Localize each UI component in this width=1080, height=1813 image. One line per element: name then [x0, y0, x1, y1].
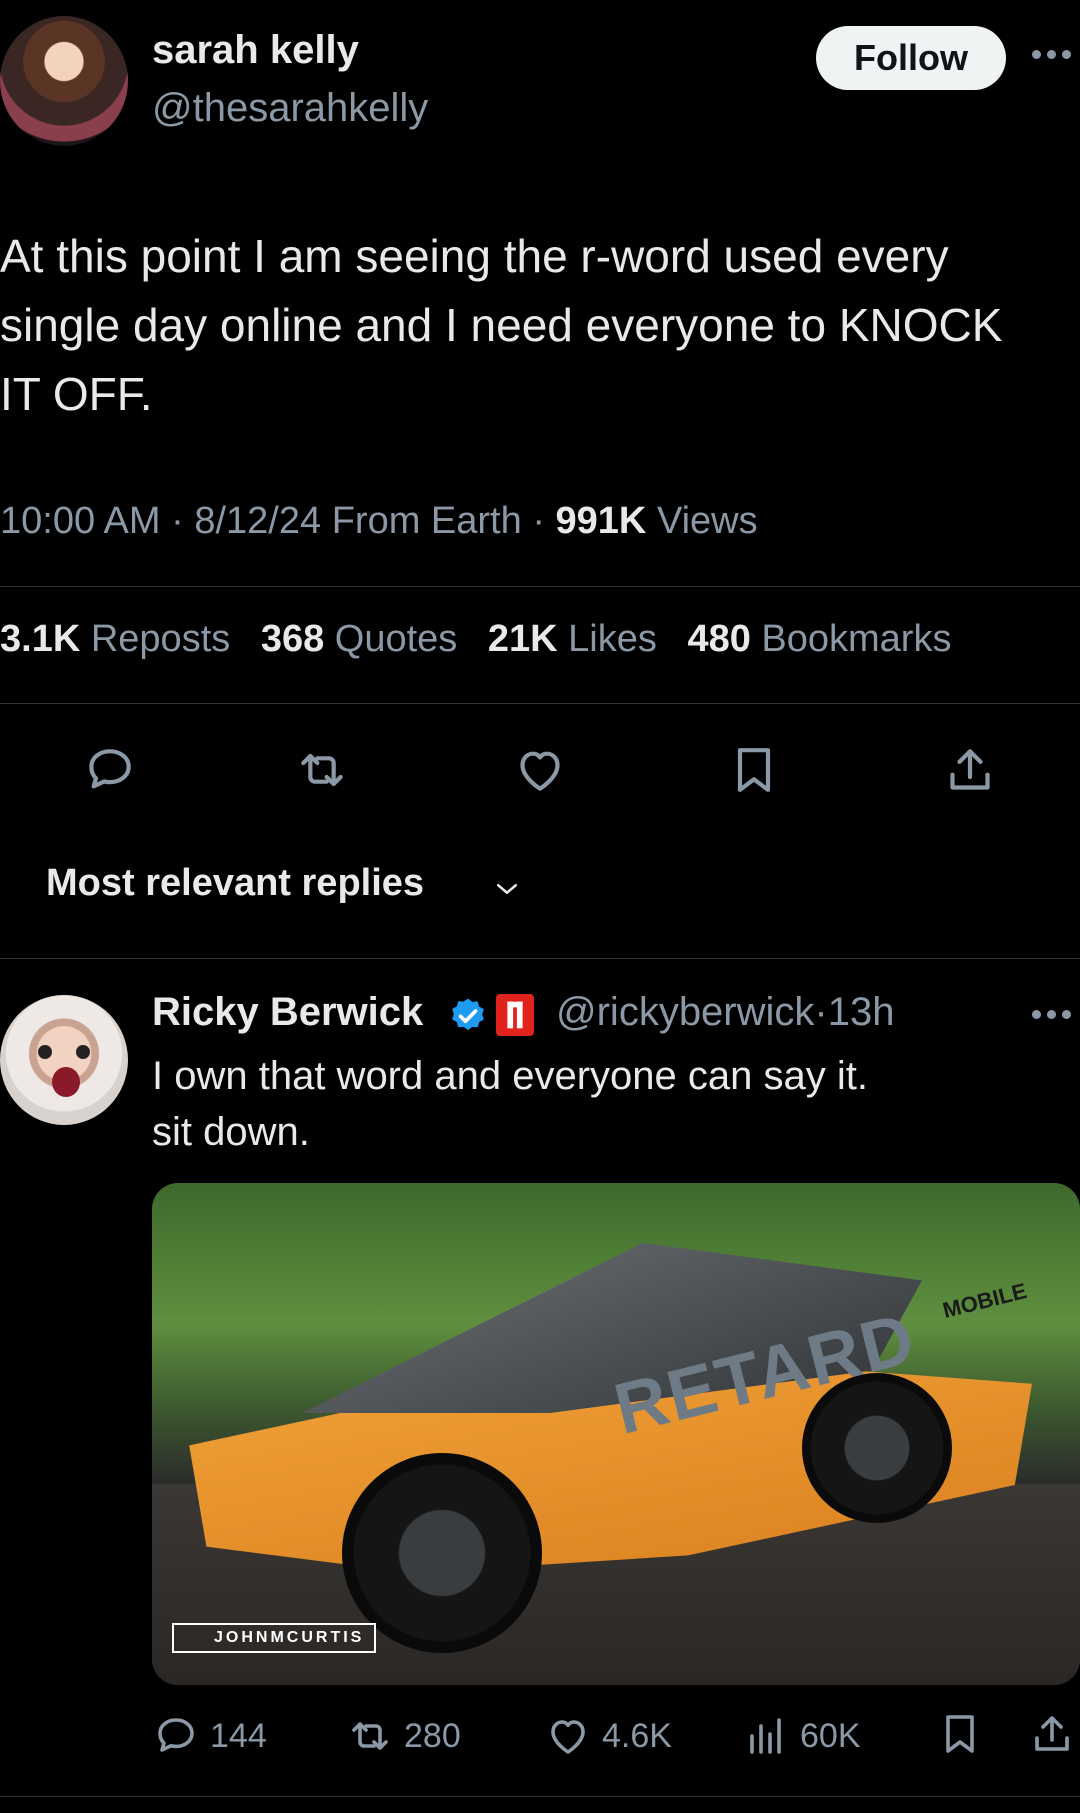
reply-handle-text: @rickyberwick	[556, 990, 815, 1034]
verified-icon	[452, 998, 484, 1031]
affiliate-badge-icon[interactable]	[496, 994, 534, 1036]
more-options-icon[interactable]	[1032, 44, 1080, 64]
stat-count: 368	[260, 618, 325, 660]
divider	[0, 1796, 1080, 1797]
meta-separator: ·	[532, 500, 545, 542]
views-icon	[750, 1718, 781, 1754]
reply-media-image[interactable]: RETARD MOBILE JOHNMCURTIS	[152, 1183, 1080, 1685]
stat-quotes[interactable]: 368 Quotes	[261, 618, 458, 660]
reply-more-options-icon[interactable]	[1032, 1004, 1080, 1024]
like-icon	[551, 1720, 585, 1754]
stat-label: Quotes	[334, 618, 458, 660]
tweet-stats: 3.1K Reposts 368 Quotes 21K Likes 480 Bo…	[0, 618, 951, 661]
author-name[interactable]: sarah kelly	[152, 28, 359, 73]
reply-author-handle[interactable]: @rickyberwick·13h	[556, 990, 894, 1035]
stat-label: Bookmarks	[761, 618, 952, 660]
repost-icon	[352, 1722, 388, 1750]
author-avatar[interactable]	[0, 16, 128, 146]
reply-icon	[158, 1718, 194, 1752]
stat-likes[interactable]: 21K Likes	[488, 618, 657, 660]
tweet-text: At this point I am seeing the r-word use…	[0, 230, 1003, 420]
share-icon[interactable]	[942, 742, 998, 798]
stat-reposts[interactable]: 3.1K Reposts	[0, 618, 230, 660]
reply-reposts-count: 280	[404, 1716, 461, 1755]
reply-likes-action[interactable]: 4.6K	[544, 1706, 672, 1766]
replies-sort-label[interactable]: Most relevant replies	[46, 862, 424, 905]
like-icon[interactable]	[512, 742, 568, 798]
media-watermark: JOHNMCURTIS	[172, 1623, 377, 1653]
reply-bookmark-icon[interactable]	[936, 1710, 984, 1758]
tweet-time: 10:00 AM	[0, 500, 161, 542]
views-count: 991K	[555, 500, 647, 542]
reply-reposts-action[interactable]: 280	[346, 1706, 461, 1766]
meta-separator: ·	[814, 990, 828, 1034]
stat-label: Reposts	[90, 618, 231, 660]
reply-share-icon[interactable]	[1028, 1710, 1076, 1758]
meta-separator: ·	[171, 500, 184, 542]
reply-avatar[interactable]	[0, 995, 128, 1125]
tweet-meta: 10:00 AM · 8/12/24 From Earth · 991K Vie…	[0, 500, 758, 543]
stat-count: 480	[687, 618, 751, 660]
views-label: Views	[656, 500, 758, 542]
reply-views-count: 60K	[800, 1716, 861, 1755]
reply-icon[interactable]	[82, 742, 138, 798]
reply-views-action[interactable]: 60K	[742, 1706, 861, 1766]
stat-label: Likes	[568, 618, 657, 660]
stat-count: 3.1K	[0, 618, 81, 660]
author-handle[interactable]: @thesarahkelly	[152, 86, 428, 131]
stat-count: 21K	[487, 618, 558, 660]
reply-author-name[interactable]: Ricky Berwick	[152, 990, 423, 1035]
chevron-down-icon[interactable]	[490, 874, 524, 904]
media-wrap-text-small: MOBILE	[940, 1278, 1030, 1323]
reply-text: I own that word and everyone can say it.…	[152, 1054, 868, 1154]
divider	[0, 586, 1080, 587]
repost-icon[interactable]	[294, 742, 350, 798]
stat-bookmarks[interactable]: 480 Bookmarks	[687, 618, 951, 660]
reply-replies-count: 144	[210, 1716, 267, 1755]
bookmark-icon[interactable]	[726, 742, 782, 798]
divider	[0, 703, 1080, 704]
divider	[0, 958, 1080, 959]
tweet-date: 8/12/24	[194, 500, 322, 542]
reply-time: 13h	[827, 990, 895, 1034]
reply-likes-count: 4.6K	[602, 1716, 672, 1755]
follow-button[interactable]: Follow	[816, 26, 1006, 90]
reply-replies-action[interactable]: 144	[152, 1706, 267, 1766]
tweet-source: From Earth	[331, 500, 522, 542]
